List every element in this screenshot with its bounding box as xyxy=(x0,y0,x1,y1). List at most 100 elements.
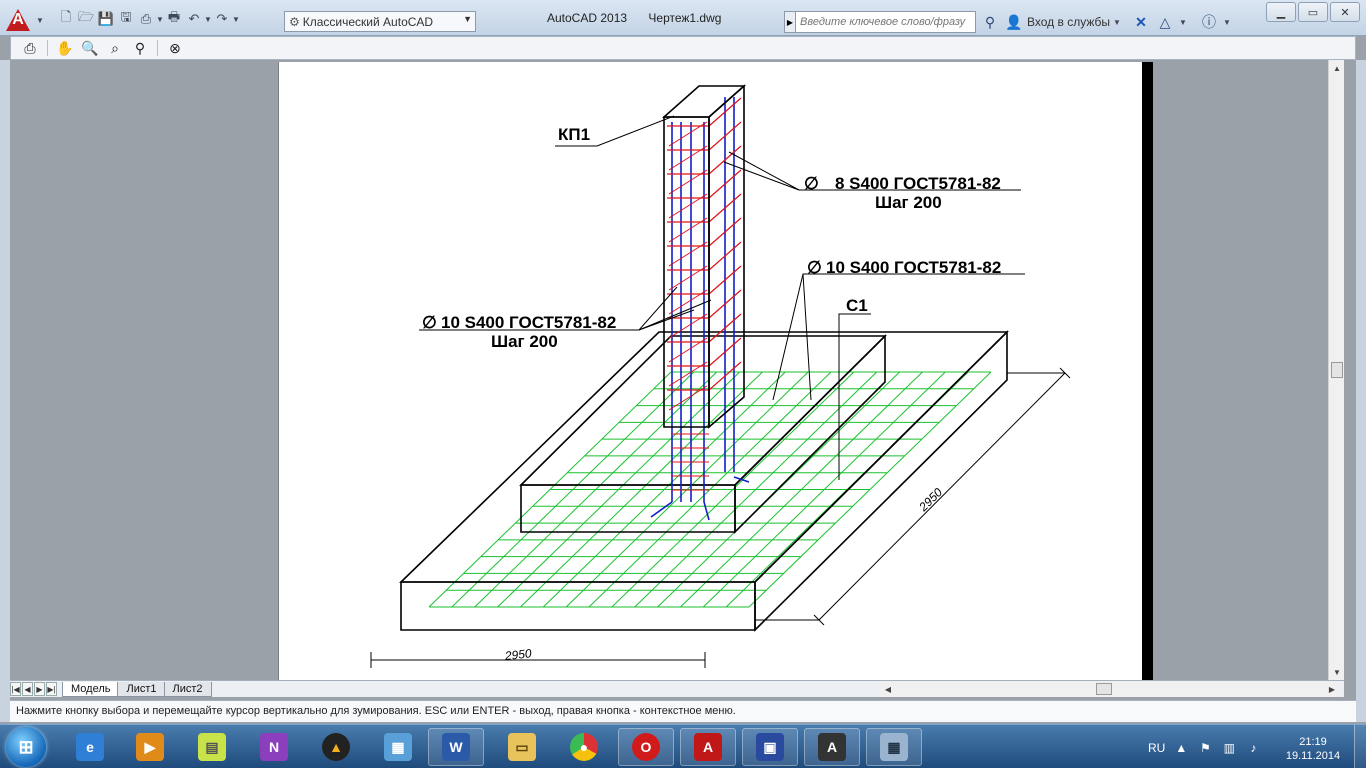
chevron-down-icon[interactable]: ▼ xyxy=(156,15,164,24)
binoculars-icon[interactable]: ⚲ xyxy=(980,12,1000,32)
quick-access-toolbar: 🗋 🗁 💾 🖫 ⎙ ▼ 🖶 ↶ ▼ ↷ ▼ xyxy=(56,9,240,28)
taskbar-chrome[interactable]: ● xyxy=(556,728,612,766)
opera-icon: O xyxy=(632,733,660,761)
taskbar-explorer[interactable]: ▭ xyxy=(494,728,550,766)
prev-tab-button[interactable]: ◀ xyxy=(22,682,33,696)
vertical-scrollbar[interactable]: ▲ ▼ xyxy=(1328,60,1344,680)
toolbar-divider xyxy=(47,40,48,56)
column-top-face xyxy=(661,85,747,118)
command-line[interactable]: Нажмите кнопку выбора и перемещайте курс… xyxy=(10,700,1356,722)
taskbar-media-player[interactable]: ▶ xyxy=(122,728,178,766)
show-desktop-button[interactable] xyxy=(1354,725,1366,768)
drawing-canvas[interactable]: 2950 2950 КП1 ∅ 8 S400 ГОСТ5781-82 Шаг 2… xyxy=(10,60,1328,680)
slab-front-face xyxy=(400,581,756,631)
autodesk-360-icon[interactable]: △ xyxy=(1155,12,1175,32)
label-step-top: Шаг 200 xyxy=(875,193,942,212)
pan-hand-icon[interactable]: ✋ xyxy=(54,38,76,58)
scroll-down-arrow[interactable]: ▼ xyxy=(1329,664,1345,680)
language-indicator[interactable]: RU xyxy=(1148,741,1165,755)
help-icon[interactable]: ⓘ xyxy=(1199,12,1219,32)
column-front-face xyxy=(663,116,710,428)
scroll-left-arrow[interactable]: ◀ xyxy=(880,682,896,698)
scroll-right-arrow[interactable]: ▶ xyxy=(1324,682,1340,698)
taskbar-control-panel[interactable]: ▦ xyxy=(370,728,426,766)
label-rebar10-left: 10 S400 ГОСТ5781-82 xyxy=(441,313,616,332)
network-icon[interactable]: ▥ xyxy=(1221,740,1237,756)
media-player-icon: ▶ xyxy=(136,733,164,761)
taskbar-word[interactable]: W xyxy=(428,728,484,766)
redo-dropdown[interactable]: ▼ xyxy=(232,15,240,24)
column-rebar-cage xyxy=(650,97,750,521)
leader-rebar10-left-c xyxy=(638,299,712,331)
vertical-scroll-thumb[interactable] xyxy=(1331,362,1343,378)
diameter-symbol: ∅ xyxy=(804,174,819,193)
close-preview-icon[interactable]: ⊗ xyxy=(164,38,186,58)
search-input[interactable] xyxy=(796,11,976,33)
save-as-button[interactable]: 🖫 xyxy=(116,9,136,28)
workspace-label: Классический AutoCAD xyxy=(302,14,434,29)
diameter-symbol: ∅ xyxy=(422,313,437,332)
chrome-icon: ● xyxy=(570,733,598,761)
label-c1: С1 xyxy=(846,296,868,315)
action-center-icon[interactable]: ⚑ xyxy=(1197,740,1213,756)
undo-dropdown[interactable]: ▼ xyxy=(204,15,212,24)
taskbar-pdf[interactable]: A xyxy=(680,728,736,766)
search-expand-arrow[interactable]: ▶ xyxy=(784,11,796,33)
start-button[interactable]: ⊞ xyxy=(6,727,46,767)
login-button[interactable]: 👤 Вход в службы ▼ xyxy=(1004,12,1121,32)
save-button[interactable]: 💾 xyxy=(96,10,116,28)
exchange-icon[interactable]: ✕ xyxy=(1131,12,1151,32)
new-file-button[interactable]: 🗋 xyxy=(56,9,76,28)
taskbar-autocad[interactable]: A xyxy=(804,728,860,766)
minimize-button[interactable]: ▁ xyxy=(1266,2,1296,22)
zoom-realtime-icon[interactable]: 🔍 xyxy=(79,38,101,58)
scroll-up-arrow[interactable]: ▲ xyxy=(1329,60,1345,76)
paper-sheet: 2950 2950 КП1 ∅ 8 S400 ГОСТ5781-82 Шаг 2… xyxy=(278,62,1152,680)
undo-button[interactable]: ↶ xyxy=(184,10,204,28)
slab-side-face xyxy=(754,330,1008,632)
print-icon[interactable]: ⎙ xyxy=(19,38,41,58)
first-tab-button[interactable]: |◀ xyxy=(10,682,21,696)
tab-model[interactable]: Модель xyxy=(62,681,120,697)
chevron-down-icon[interactable]: ▼ xyxy=(1179,18,1187,27)
volume-icon[interactable]: ♪ xyxy=(1245,740,1261,756)
zoom-previous-icon[interactable]: ⚲ xyxy=(129,38,151,58)
leader-rebar10-right-b xyxy=(802,273,812,401)
horizontal-scrollbar[interactable]: ◀ ▶ xyxy=(880,682,1340,697)
next-tab-button[interactable]: ▶ xyxy=(34,682,45,696)
clock-time: 21:19 xyxy=(1299,736,1327,748)
clock[interactable]: 21:19 19.11.2014 xyxy=(1280,735,1346,763)
open-file-button[interactable]: 🗁 xyxy=(76,9,96,28)
app-menu-button[interactable]: A ▼ xyxy=(6,6,48,34)
column-side-face xyxy=(708,84,745,429)
taskbar-calculator[interactable]: ▦ xyxy=(866,728,922,766)
ie-icon: e xyxy=(76,733,104,761)
taskbar-archicad[interactable]: ▲ xyxy=(308,728,364,766)
tab-sheet2[interactable]: Лист2 xyxy=(163,681,212,697)
redo-button[interactable]: ↷ xyxy=(212,10,232,28)
taskbar-notes[interactable]: ▤ xyxy=(184,728,240,766)
plot-publish-button[interactable]: ⎙ xyxy=(136,10,156,28)
taskbar: ⊞ e ▶ ▤ N ▲ ▦ W ▭ ● O A ▣ A ▦ RU ▲ ⚑ ▥ ♪… xyxy=(0,724,1366,768)
maximize-button[interactable]: ▭ xyxy=(1298,2,1328,22)
paper-shadow xyxy=(1142,62,1153,680)
dim-bottom-text: 2950 xyxy=(503,646,532,663)
taskbar-ie[interactable]: e xyxy=(62,728,118,766)
last-tab-button[interactable]: ▶| xyxy=(46,682,57,696)
chevron-down-icon[interactable]: ▼ xyxy=(1223,18,1231,27)
taskbar-save[interactable]: ▣ xyxy=(742,728,798,766)
print-button[interactable]: 🖶 xyxy=(164,9,184,28)
show-hidden-icons[interactable]: ▲ xyxy=(1173,740,1189,756)
taskbar-onenote[interactable]: N xyxy=(246,728,302,766)
leader-rebar10-right xyxy=(772,273,1025,401)
workspace-select[interactable]: ⚙ Классический AutoCAD ▼ xyxy=(284,11,476,32)
autocad-logo-icon: A xyxy=(6,9,30,31)
pdf-icon: A xyxy=(694,733,722,761)
zoom-window-icon[interactable]: ⌕ xyxy=(104,38,126,58)
app-name: AutoCAD 2013 xyxy=(547,11,628,25)
horizontal-scroll-thumb[interactable] xyxy=(1096,683,1112,695)
notes-icon: ▤ xyxy=(198,733,226,761)
tab-sheet1[interactable]: Лист1 xyxy=(117,681,166,697)
close-button[interactable]: ✕ xyxy=(1330,2,1360,22)
taskbar-opera[interactable]: O xyxy=(618,728,674,766)
